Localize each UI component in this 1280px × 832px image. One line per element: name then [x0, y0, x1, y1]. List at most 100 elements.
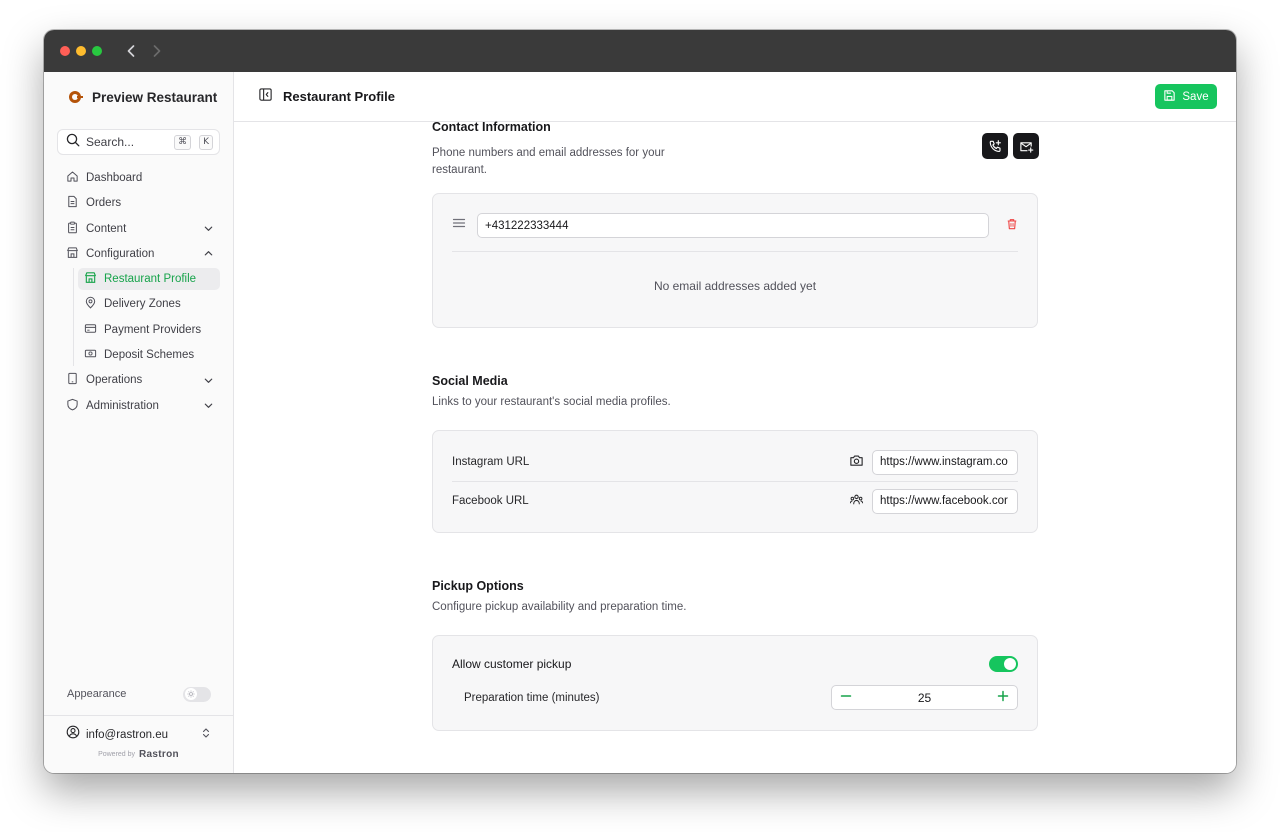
add-phone-button[interactable] — [982, 133, 1008, 159]
prep-time-value[interactable]: 25 — [918, 691, 931, 705]
contact-section: Contact Information Phone numbers and em… — [432, 120, 1039, 328]
sidebar-nav: Dashboard Orders Content Configuration R… — [44, 167, 233, 417]
account-menu[interactable]: info@rastron.eu — [44, 717, 233, 752]
users-icon — [849, 492, 864, 510]
phone-row: +431222333444 — [433, 194, 1037, 238]
brand-name: Preview Restaurant — [92, 89, 218, 105]
contact-panel: +431222333444 No email addresses added y… — [432, 193, 1038, 328]
sidebar-item-deposit-schemes[interactable]: Deposit Schemes — [78, 344, 220, 366]
clipboard-icon — [66, 221, 79, 237]
prep-time-row: Preparation time (minutes) 25 — [433, 685, 1037, 710]
sidebar-item-label: Administration — [86, 399, 159, 412]
app-window: Preview Restaurant Search... ⌘ K Dashboa… — [44, 30, 1236, 773]
search-icon — [66, 133, 80, 152]
appearance-label: Appearance — [67, 688, 127, 700]
sidebar-item-dashboard[interactable]: Dashboard — [57, 167, 220, 189]
allow-pickup-label: Allow customer pickup — [452, 657, 572, 671]
pickup-panel: Allow customer pickup Preparation time (… — [432, 635, 1038, 731]
increment-button[interactable] — [997, 689, 1009, 707]
chevron-down-icon — [204, 403, 213, 409]
section-title: Social Media — [432, 374, 508, 388]
document-icon — [66, 195, 79, 211]
phone-number-input[interactable]: +431222333444 — [477, 213, 989, 238]
chevron-up-icon — [204, 251, 213, 256]
drag-handle-icon[interactable] — [452, 216, 466, 235]
browser-nav — [126, 44, 162, 58]
panel-divider — [452, 251, 1018, 252]
mail-plus-icon — [1019, 141, 1033, 153]
user-circle-icon — [66, 725, 80, 744]
zoom-window-button[interactable] — [92, 46, 102, 56]
chevrons-up-down-icon — [201, 726, 211, 744]
page-header: Restaurant Profile Save — [234, 72, 1236, 122]
minimize-window-button[interactable] — [76, 46, 86, 56]
shield-icon — [66, 398, 79, 414]
sidebar-item-administration[interactable]: Administration — [57, 395, 220, 417]
decrement-button[interactable] — [840, 689, 852, 707]
save-button[interactable]: Save — [1155, 84, 1217, 109]
sidebar-item-label: Operations — [86, 374, 143, 387]
shortcut-key: K — [199, 134, 213, 150]
instagram-row: Instagram URL https://www.instagram.co — [433, 443, 1037, 481]
sidebar-item-label: Dashboard — [86, 172, 143, 184]
contact-header: Contact Information Phone numbers and em… — [432, 120, 1039, 193]
section-title: Pickup Options — [432, 579, 524, 593]
brand[interactable]: Preview Restaurant — [44, 72, 233, 122]
sidebar-item-payment-providers[interactable]: Payment Providers — [78, 319, 220, 341]
chevron-down-icon — [204, 378, 213, 383]
sidebar-item-configuration[interactable]: Configuration — [57, 243, 220, 265]
facebook-row: Facebook URL https://www.facebook.cor — [433, 482, 1037, 520]
appearance-toggle[interactable] — [183, 686, 211, 702]
chevron-left-icon[interactable] — [126, 44, 136, 58]
allow-pickup-toggle[interactable] — [989, 656, 1018, 672]
toggle-knob — [1004, 658, 1016, 670]
sidebar-item-label: Delivery Zones — [104, 298, 181, 311]
tablet-icon — [66, 372, 79, 388]
home-icon — [66, 170, 79, 186]
search-placeholder: Search... — [86, 135, 135, 149]
emails-empty-message: No email addresses added yet — [653, 279, 817, 293]
store-icon — [66, 246, 79, 262]
powered-by-label: Powered by — [98, 751, 136, 758]
minus-icon — [840, 694, 852, 697]
powered-by: Powered by Rastron — [44, 749, 233, 760]
add-email-button[interactable] — [1013, 133, 1039, 159]
sidebar-toggle-icon[interactable] — [258, 87, 273, 107]
main-content: Restaurant Profile Save Contact Informat… — [234, 72, 1236, 773]
social-section: Social Media Links to your restaurant's … — [432, 374, 1038, 533]
window-titlebar — [44, 30, 1236, 72]
sidebar-item-operations[interactable]: Operations — [57, 369, 220, 391]
prep-time-label: Preparation time (minutes) — [464, 691, 600, 704]
save-label: Save — [1182, 90, 1209, 103]
facebook-url-input[interactable]: https://www.facebook.cor — [872, 488, 1018, 514]
instagram-label: Instagram URL — [452, 456, 530, 468]
sidebar-item-delivery-zones[interactable]: Delivery Zones — [78, 293, 220, 315]
prep-time-stepper: 25 — [831, 685, 1018, 710]
sidebar-item-label: Payment Providers — [104, 323, 202, 336]
search-input[interactable]: Search... ⌘ K — [57, 129, 220, 155]
credit-card-icon — [84, 322, 97, 338]
shortcut-mod-key: ⌘ — [174, 134, 192, 150]
save-icon — [1163, 89, 1176, 105]
close-window-button[interactable] — [60, 46, 70, 56]
profile-form: Contact Information Phone numbers and em… — [432, 120, 1039, 731]
section-description: Links to your restaurant's social media … — [432, 396, 671, 408]
section-title: Contact Information — [432, 120, 551, 134]
app-body: Preview Restaurant Search... ⌘ K Dashboa… — [44, 72, 1236, 773]
sidebar-item-label: Deposit Schemes — [104, 349, 195, 362]
phone-plus-icon — [989, 139, 1001, 152]
sidebar-footer: info@rastron.eu Powered by Rastron — [44, 715, 233, 773]
chevron-right-icon[interactable] — [152, 44, 162, 58]
trash-icon[interactable] — [1006, 217, 1018, 235]
appearance-setting: Appearance — [44, 684, 233, 704]
instagram-url-input[interactable]: https://www.instagram.co — [872, 449, 1018, 475]
store-icon — [84, 271, 97, 287]
section-description: Configure pickup availability and prepar… — [432, 601, 687, 613]
sidebar-item-label: Restaurant Profile — [104, 273, 197, 286]
sidebar-item-content[interactable]: Content — [57, 218, 220, 240]
sidebar-item-restaurant-profile[interactable]: Restaurant Profile — [78, 268, 220, 291]
sidebar: Preview Restaurant Search... ⌘ K Dashboa… — [44, 72, 234, 773]
restaurant-logo-icon — [68, 89, 84, 105]
section-description: Phone numbers and email addresses for yo… — [432, 147, 665, 176]
sidebar-item-orders[interactable]: Orders — [57, 192, 220, 214]
